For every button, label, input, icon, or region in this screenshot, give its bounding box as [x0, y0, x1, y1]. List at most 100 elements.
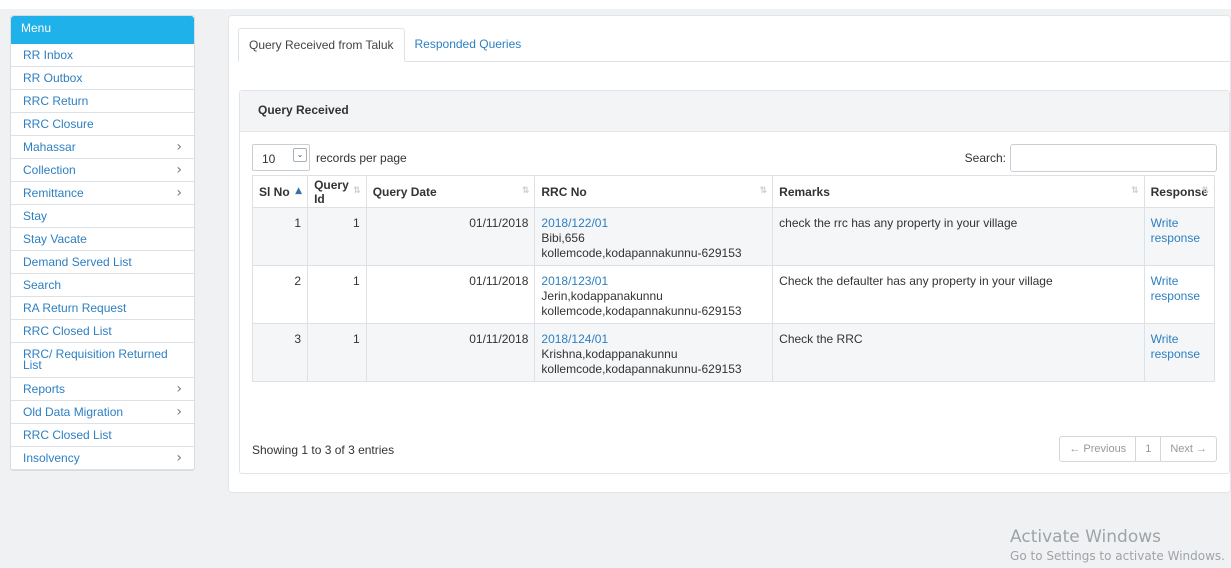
pagination: ← Previous 1 Next → — [1059, 436, 1217, 462]
cell-sl-no: 3 — [251, 323, 309, 382]
sidebar-item-rr-outbox[interactable]: RR Outbox — [11, 67, 194, 90]
page-length-select[interactable]: 10 ⌄ — [252, 144, 310, 171]
cell-rrc-no: 2018/123/01 Jerin,kodappanakunnu kollemc… — [534, 265, 774, 324]
rrc-link[interactable]: 2018/124/01 — [541, 332, 608, 346]
next-button[interactable]: Next → — [1161, 437, 1216, 461]
rrc-link[interactable]: 2018/123/01 — [541, 274, 608, 288]
sidebar-item-rrc-return[interactable]: RRC Return — [11, 90, 194, 113]
sidebar-item-label: RRC Closure — [23, 116, 94, 131]
sidebar-item-old-data-migration[interactable]: Old Data Migration › — [11, 401, 194, 424]
rrc-address: kollemcode,kodapannakunnu-629153 — [541, 362, 742, 376]
chevron-right-icon: › — [176, 161, 182, 178]
table-row: 2 1 01/11/2018 2018/123/01 Jerin,kodappa… — [251, 265, 1216, 324]
search-control: Search: — [965, 144, 1217, 172]
sidebar-item-stay-vacate[interactable]: Stay Vacate — [11, 228, 194, 251]
chevron-right-icon: › — [176, 403, 182, 420]
table-header-row: Sl No ▲ Query Id ⇅ Query Date ⇅ RRC No ⇅ Rem… — [251, 175, 1216, 208]
write-response-link[interactable]: Write response — [1151, 216, 1200, 245]
page-length-label: records per page — [316, 150, 407, 165]
page-length-control: 10 ⌄ records per page — [252, 144, 407, 171]
cell-sl-no: 1 — [251, 207, 309, 266]
write-response-link[interactable]: Write response — [1151, 332, 1200, 361]
cell-response: Write response — [1143, 265, 1216, 324]
cell-remarks: Check the RRC — [772, 323, 1145, 382]
panel-title: Query Received — [240, 91, 1229, 132]
col-response[interactable]: Response ⇅ — [1143, 175, 1216, 208]
sidebar-item-rrc-closed-list[interactable]: RRC Closed List — [11, 424, 194, 447]
menu-header: Menu — [11, 16, 194, 44]
search-input[interactable] — [1010, 144, 1217, 172]
sidebar-item-collection[interactable]: Collection › — [11, 159, 194, 182]
sidebar-item-rr-inbox[interactable]: RR Inbox — [11, 44, 194, 67]
sidebar-item-label: RRC/ Requisition Returned List — [23, 347, 168, 372]
sidebar-item-label: Mahassar — [23, 139, 76, 154]
windows-activation-watermark: Activate Windows Go to Settings to activ… — [1010, 527, 1225, 563]
page-length-value: 10 — [262, 152, 276, 166]
sort-asc-icon: ▲ — [295, 186, 303, 196]
sidebar-item-rrc-closure[interactable]: RRC Closure — [11, 113, 194, 136]
rrc-name: Jerin,kodappanakunnu — [541, 289, 663, 303]
watermark-subtitle: Go to Settings to activate Windows. — [1010, 549, 1225, 563]
cell-remarks: Check the defaulter has any property in … — [772, 265, 1145, 324]
cell-query-id: 1 — [307, 265, 367, 324]
col-remarks[interactable]: Remarks ⇅ — [772, 175, 1145, 208]
cell-rrc-no: 2018/122/01 Bibi,656 kollemcode,kodapann… — [534, 207, 774, 266]
page-1-button[interactable]: 1 — [1136, 437, 1162, 461]
tab-responded-queries[interactable]: Responded Queries — [405, 28, 532, 62]
sidebar-item-stay[interactable]: Stay — [11, 205, 194, 228]
col-rrc-no[interactable]: RRC No ⇅ — [534, 175, 774, 208]
col-sl-no[interactable]: Sl No ▲ — [251, 175, 309, 208]
rrc-name: Bibi,656 — [541, 231, 585, 245]
sidebar-item-label: Collection — [23, 162, 76, 177]
sort-icon: ⇅ — [353, 186, 361, 196]
tab-bar: Query Received from Taluk Responded Quer… — [238, 28, 1230, 62]
watermark-title: Activate Windows — [1010, 527, 1162, 547]
table-controls: 10 ⌄ records per page Search: — [252, 144, 1217, 172]
table-row: 1 1 01/11/2018 2018/122/01 Bibi,656 koll… — [251, 207, 1216, 266]
sidebar-item-label: RA Return Request — [23, 300, 127, 315]
query-table: Sl No ▲ Query Id ⇅ Query Date ⇅ RRC No ⇅ Rem… — [251, 175, 1216, 382]
sidebar-item-rrc-closed-list[interactable]: RRC Closed List — [11, 320, 194, 343]
sidebar-item-label: RRC Return — [23, 93, 89, 108]
sort-icon: ⇅ — [521, 186, 530, 196]
sidebar-item-label: RR Outbox — [23, 70, 83, 85]
write-response-link[interactable]: Write response — [1151, 274, 1200, 303]
cell-query-date: 01/11/2018 — [365, 265, 536, 324]
sidebar-item-rrc-requisition-returned-list[interactable]: RRC/ Requisition Returned List — [11, 343, 194, 378]
sidebar-item-reports[interactable]: Reports › — [11, 378, 194, 401]
sidebar-menu: Menu RR Inbox RR Outbox RRC Return RRC Clos… — [10, 15, 195, 471]
rrc-link[interactable]: 2018/122/01 — [541, 216, 608, 230]
cell-rrc-no: 2018/124/01 Krishna,kodappanakunnu kolle… — [534, 323, 774, 382]
chevron-right-icon: › — [176, 184, 182, 201]
sidebar-item-mahassar[interactable]: Mahassar › — [11, 136, 194, 159]
chevron-down-icon: ⌄ — [293, 148, 307, 162]
cell-response: Write response — [1143, 323, 1216, 382]
sidebar-item-label: Stay Vacate — [23, 231, 87, 246]
cell-query-date: 01/11/2018 — [365, 323, 536, 382]
chevron-right-icon: › — [176, 380, 182, 397]
search-label: Search: — [964, 151, 1006, 165]
sidebar-item-label: RR Inbox — [23, 47, 74, 62]
tab-query-received[interactable]: Query Received from Taluk — [238, 28, 405, 62]
col-query-id[interactable]: Query Id ⇅ — [307, 175, 367, 208]
table-row: 3 1 01/11/2018 2018/124/01 Krishna,kodap… — [251, 323, 1216, 382]
col-query-date[interactable]: Query Date ⇅ — [365, 175, 536, 208]
sidebar-item-demand-served-list[interactable]: Demand Served List — [11, 251, 194, 274]
sidebar-item-label: Search — [23, 277, 62, 292]
sidebar-item-label: Stay — [23, 208, 48, 223]
sort-icon: ⇅ — [1131, 186, 1139, 196]
previous-button[interactable]: ← Previous — [1060, 437, 1137, 461]
rrc-address: kollemcode,kodapannakunnu-629153 — [541, 304, 742, 318]
sidebar-item-ra-return-request[interactable]: RA Return Request — [11, 297, 194, 320]
cell-query-id: 1 — [307, 323, 367, 382]
sidebar-item-label: Old Data Migration — [23, 404, 124, 419]
sidebar-item-remittance[interactable]: Remittance › — [11, 182, 194, 205]
sidebar-item-search[interactable]: Search — [11, 274, 194, 297]
sidebar-item-insolvency[interactable]: Insolvency › — [11, 447, 194, 470]
rrc-address: kollemcode,kodapannakunnu-629153 — [541, 246, 742, 260]
sidebar-item-label: Insolvency — [23, 450, 80, 465]
sidebar-item-label: Demand Served List — [23, 254, 132, 269]
cell-query-id: 1 — [307, 207, 367, 266]
entries-info: Showing 1 to 3 of 3 entries — [252, 443, 395, 457]
menu-items: RR Inbox RR Outbox RRC Return RRC Closure Ma… — [11, 44, 194, 470]
